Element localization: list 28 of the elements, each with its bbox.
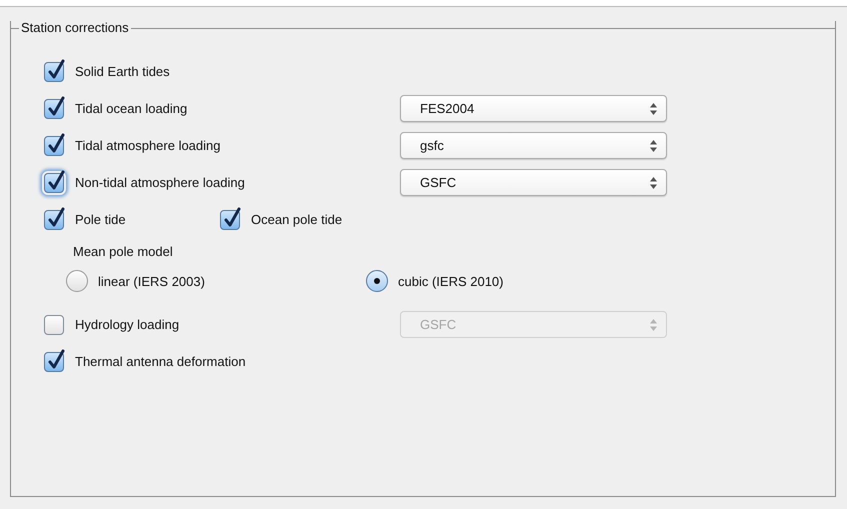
group-title: Station corrections [20,20,130,35]
checkbox[interactable] [44,62,64,82]
checkbox-label: Non-tidal atmosphere loading [75,175,245,190]
dropdown[interactable]: FES2004 [400,95,667,122]
checkbox-label: Tidal ocean loading [75,101,188,116]
checkbox-label: Thermal antenna deformation [75,354,246,369]
checkbox-label: Tidal atmosphere loading [75,138,220,153]
radio-button[interactable] [366,270,388,292]
section-label: Mean pole model [73,244,173,258]
stepper-arrows-icon [650,102,657,114]
stepper-arrows-icon [650,176,657,188]
checkbox-label: Ocean pole tide [251,212,342,227]
dropdown[interactable]: GSFC [400,169,667,196]
radio-label: cubic (IERS 2010) [398,274,504,288]
checkbox[interactable] [44,136,64,156]
dropdown[interactable]: gsfc [400,132,667,159]
checkbox-label: Pole tide [75,212,126,227]
checkbox[interactable] [44,352,64,372]
checkbox-label: Solid Earth tides [75,64,170,79]
checkbox-label: Hydrology loading [75,317,180,332]
checkbox[interactable] [44,98,64,118]
checkbox[interactable] [44,210,64,230]
radio-button[interactable] [66,270,88,292]
checkbox[interactable] [220,210,240,230]
checkbox[interactable] [44,314,64,334]
radio-label: linear (IERS 2003) [98,274,205,288]
stepper-arrows-icon [650,318,657,330]
stepper-arrows-icon [650,140,657,152]
